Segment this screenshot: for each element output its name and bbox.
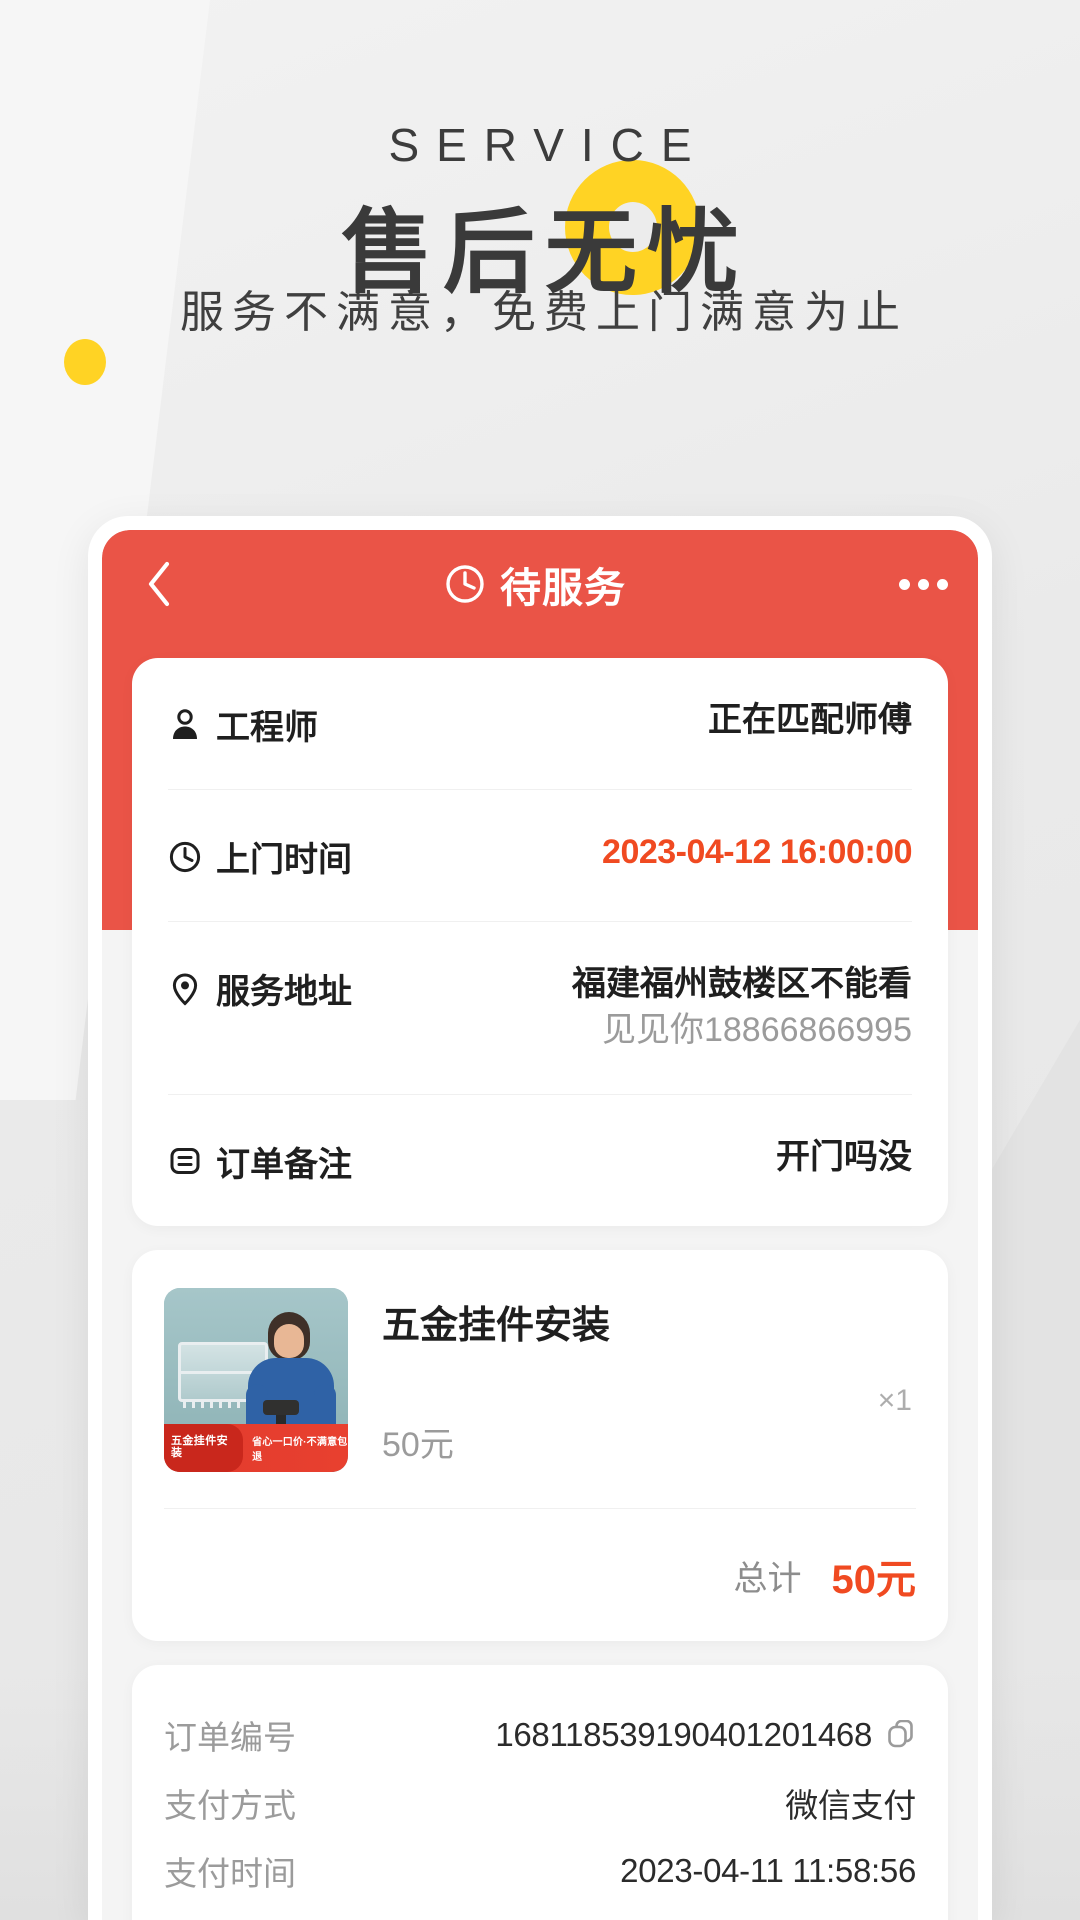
info-value-address: 福建福州鼓楼区不能看 见见你18866866995 [572, 962, 912, 1054]
info-row-visit-time[interactable]: 上门时间 2023-04-12 16:00:00 [168, 790, 912, 922]
meta-label: 支付时间 [164, 1854, 296, 1892]
meta-row-payment-method: 支付方式 微信支付 [164, 1769, 916, 1837]
copy-icon[interactable] [886, 1719, 916, 1750]
product-main-row[interactable]: 五金挂件安装 省心一口价·不满意包退 五金挂件安装 50元 ×1 [164, 1250, 916, 1508]
thumb-person-face [274, 1323, 304, 1358]
more-dot [937, 578, 948, 590]
info-row-remark[interactable]: 订单备注 开门吗没 [168, 1095, 912, 1226]
product-quantity: ×1 [877, 1383, 912, 1417]
meta-label: 支付方式 [164, 1786, 296, 1824]
order-meta-card: 订单编号 168118539190401201468 支付方式 微信支付 支付时… [132, 1664, 948, 1920]
info-value-remark: 开门吗没 [776, 1137, 912, 1176]
info-label-group: 订单备注 [168, 1135, 352, 1186]
meta-value-group: 168118539190401201468 [495, 1716, 916, 1754]
more-dot [918, 578, 929, 590]
product-card: 五金挂件安装 省心一口价·不满意包退 五金挂件安装 50元 ×1 总计 50元 [132, 1249, 948, 1641]
address-line-2: 见见你18866866995 [601, 1010, 912, 1049]
clock-icon [169, 841, 201, 872]
info-value-visit-time: 2023-04-12 16:00:00 [602, 833, 912, 871]
navbar-title-group: 待服务 [184, 554, 886, 614]
chevron-left-icon [148, 561, 170, 607]
clock-icon [446, 565, 484, 603]
app-screen: 待服务 工程师 正在匹配师傅 上门时间 2023-04-12 16:00:00 … [102, 530, 978, 1920]
thumb-banner: 五金挂件安装 省心一口价·不满意包退 [164, 1423, 348, 1472]
order-info-card: 工程师 正在匹配师傅 上门时间 2023-04-12 16:00:00 服务地址 [132, 658, 948, 1226]
info-label: 工程师 [216, 709, 318, 747]
hero-title: 售后无忧 [340, 202, 749, 304]
info-row-address[interactable]: 服务地址 福建福州鼓楼区不能看 见见你18866866995 [168, 922, 912, 1095]
address-line-1: 福建福州鼓楼区不能看 [572, 965, 912, 1003]
meta-row-payment-time: 支付时间 2023-04-11 11:58:56 [164, 1837, 916, 1905]
product-total-row: 总计 50元 [164, 1507, 917, 1641]
page-title: 待服务 [500, 565, 626, 611]
info-label-group: 服务地址 [168, 962, 352, 1013]
product-name: 五金挂件安装 [382, 1304, 611, 1347]
order-number-value: 168118539190401201468 [495, 1715, 872, 1753]
total-label: 总计 [733, 1560, 802, 1599]
product-thumbnail[interactable]: 五金挂件安装 省心一口价·不满意包退 [164, 1287, 348, 1472]
info-label: 订单备注 [216, 1145, 352, 1184]
total-value: 50元 [831, 1557, 917, 1602]
more-dot [899, 578, 910, 590]
order-meta-rows: 订单编号 168118539190401201468 支付方式 微信支付 支付时… [164, 1665, 916, 1920]
hero-banner: SERVICE 售后无忧 服务不满意，免费上门满意为止 [0, 0, 1080, 520]
location-pin-icon [172, 972, 198, 1006]
product-price: 50元 [382, 1425, 454, 1464]
back-button[interactable] [132, 558, 184, 610]
product-info: 五金挂件安装 50元 ×1 [348, 1288, 916, 1472]
meta-value: 2023-04-11 11:58:56 [620, 1851, 916, 1889]
phone-mockup: 待服务 工程师 正在匹配师傅 上门时间 2023-04-12 16:00:00 … [88, 516, 992, 1920]
meta-row-order-number[interactable]: 订单编号 168118539190401201468 [164, 1701, 916, 1769]
person-icon [173, 708, 197, 739]
thumb-banner-title: 五金挂件安装 [164, 1423, 244, 1472]
yellow-dot-decoration [64, 339, 106, 385]
more-options-button[interactable] [886, 578, 948, 590]
info-row-engineer[interactable]: 工程师 正在匹配师傅 [168, 658, 912, 790]
info-label-group: 工程师 [168, 698, 318, 749]
info-label: 服务地址 [216, 973, 352, 1011]
navbar: 待服务 [102, 530, 978, 638]
thumb-banner-subtitle: 省心一口价·不满意包退 [252, 1436, 348, 1463]
info-value: 正在匹配师傅 [708, 701, 912, 739]
meta-value: 微信支付 [785, 1786, 916, 1824]
hero-eyebrow: SERVICE [388, 119, 709, 171]
note-icon [170, 1148, 200, 1175]
info-label: 上门时间 [216, 841, 352, 879]
meta-label: 订单编号 [164, 1718, 296, 1756]
info-label-group: 上门时间 [168, 830, 352, 881]
